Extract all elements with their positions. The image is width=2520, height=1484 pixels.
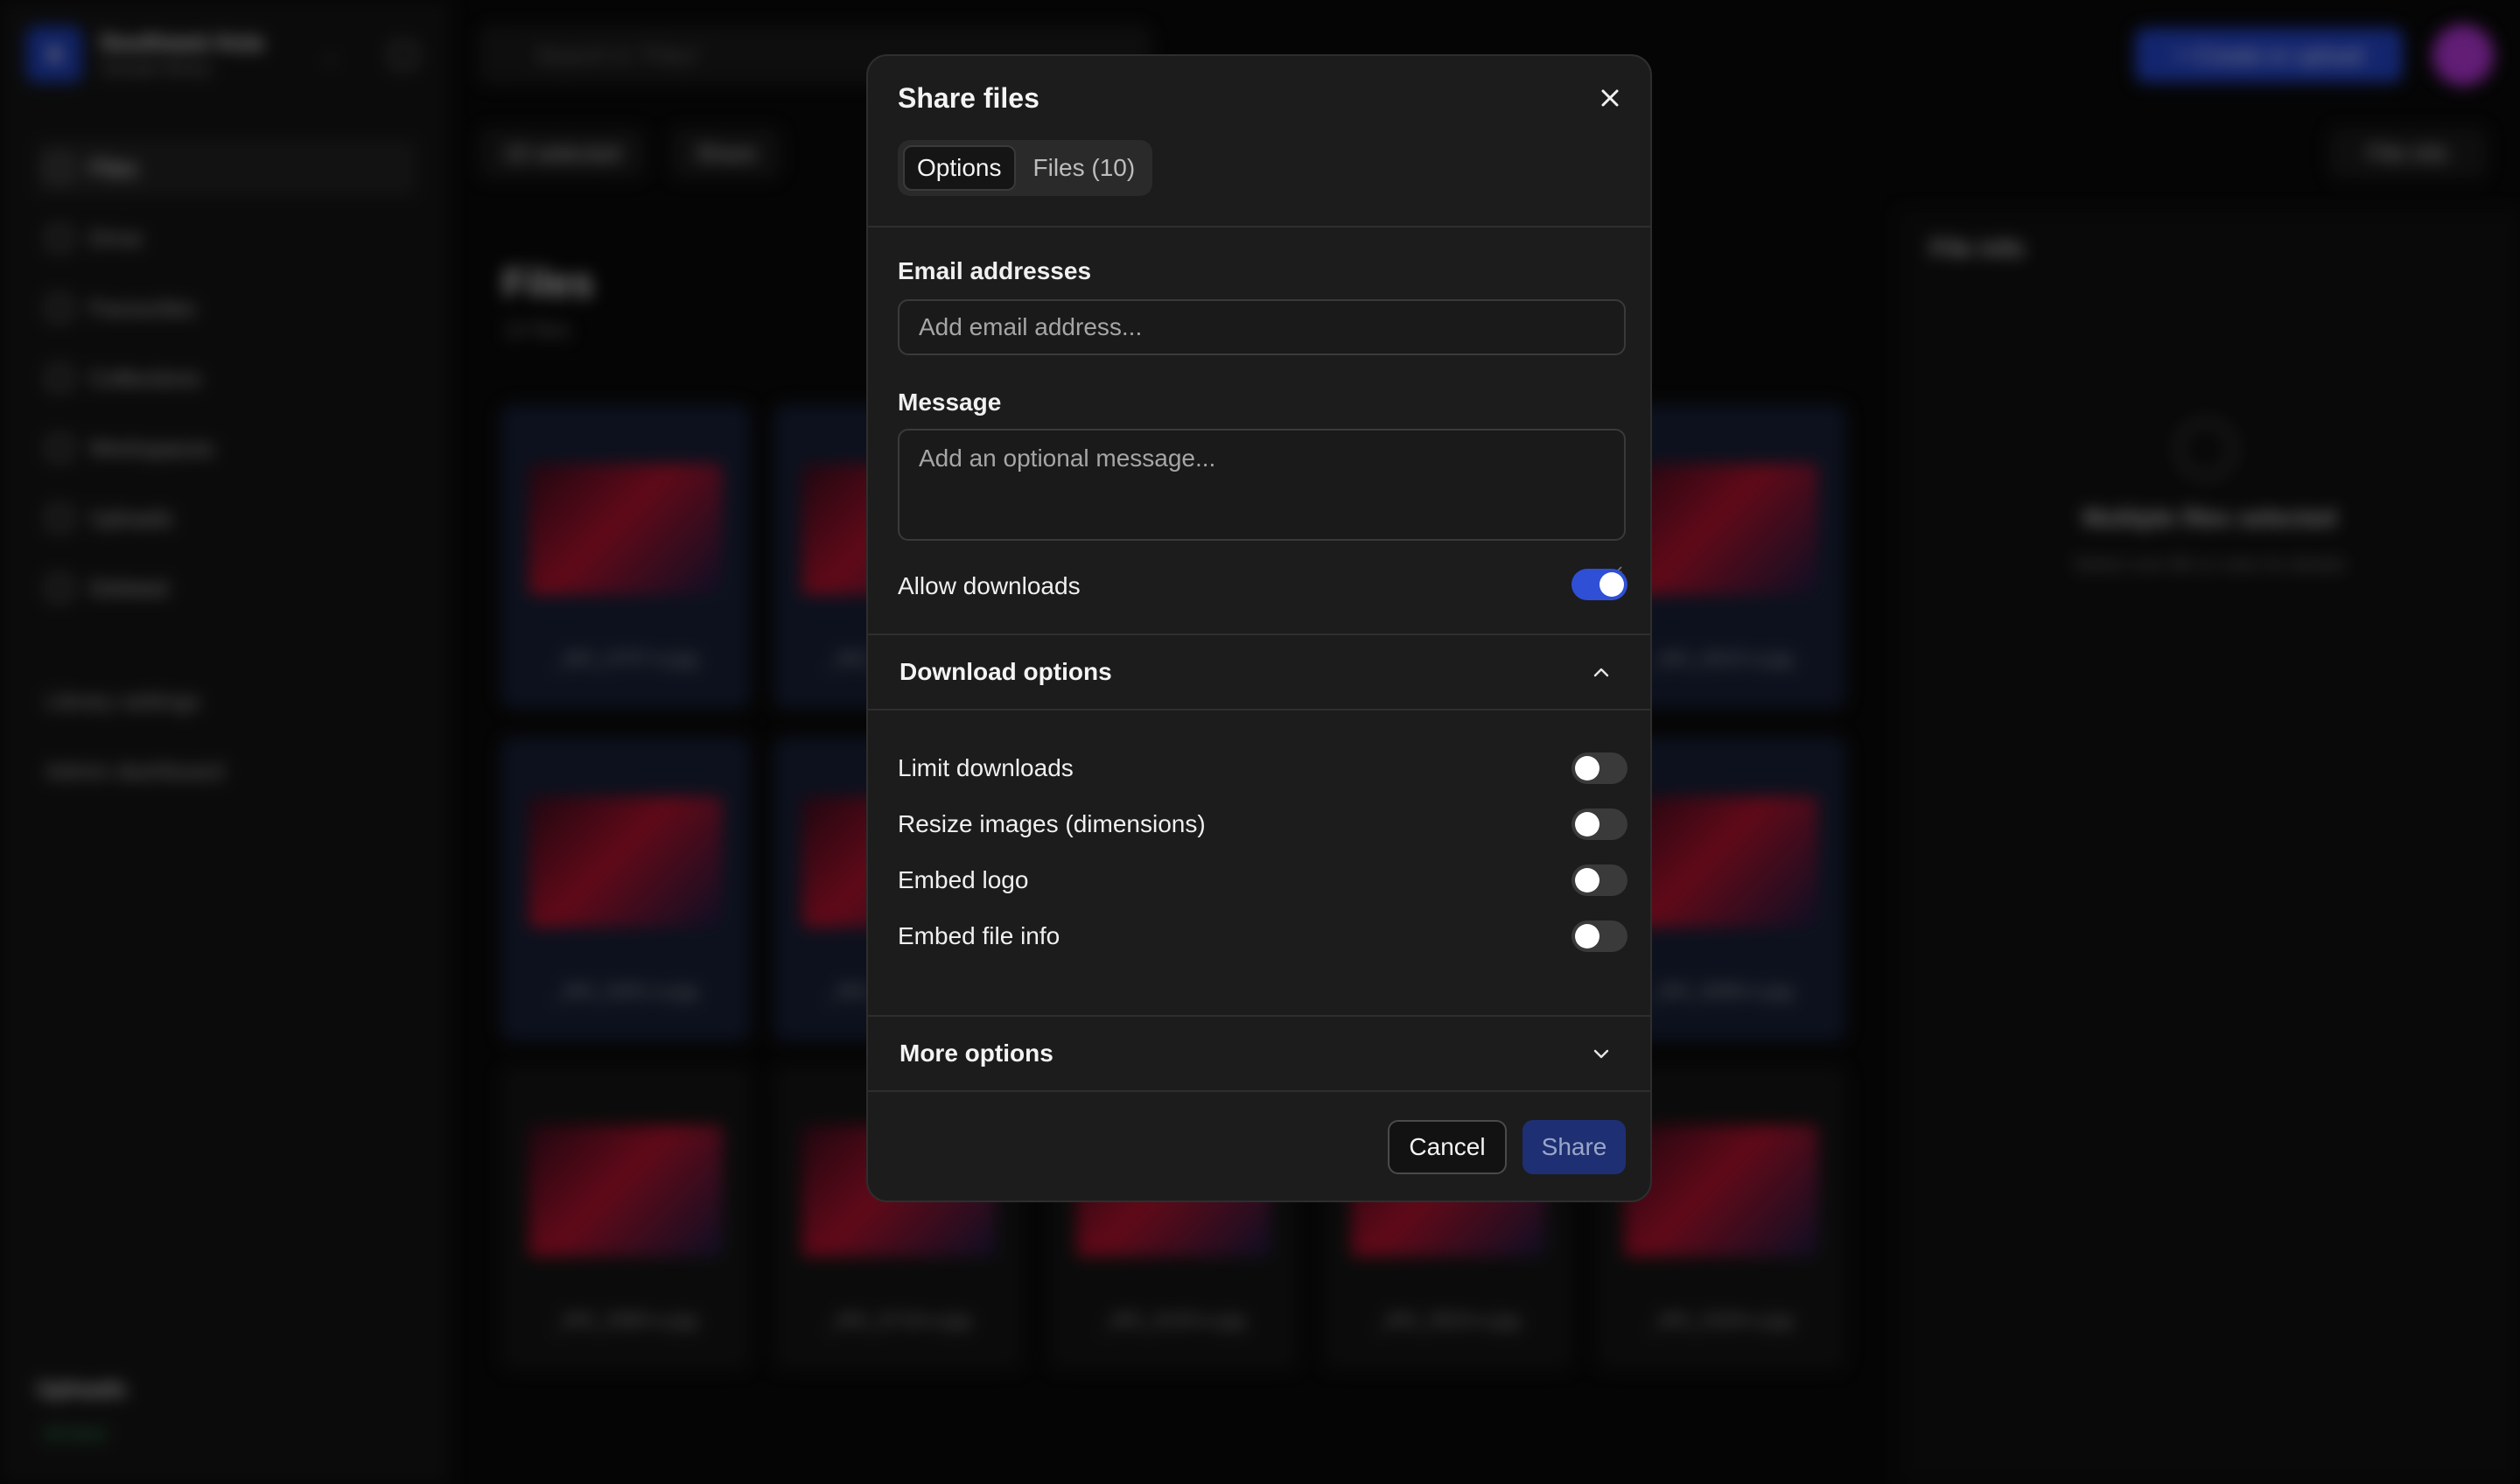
chevron-down-icon: [1593, 1049, 1609, 1059]
limit-downloads-label: Limit downloads: [898, 754, 1074, 781]
share-button[interactable]: Share: [1522, 1120, 1626, 1174]
email-field[interactable]: [898, 299, 1626, 355]
tab-options[interactable]: Options: [903, 145, 1016, 191]
embed-file-info-label: Embed file info: [898, 922, 1060, 949]
close-icon: [1601, 89, 1619, 107]
limit-downloads-toggle[interactable]: [1572, 752, 1628, 784]
toggle-knob: [1575, 756, 1600, 780]
email-label: Email addresses: [898, 257, 1092, 284]
toggle-knob: [1575, 868, 1600, 892]
share-files-dialog: Share files Options Files (10) Email add…: [866, 54, 1652, 1202]
divider: [868, 1090, 1650, 1092]
section-title: Download options: [900, 658, 1112, 685]
toggle-knob: [1575, 812, 1600, 836]
allow-downloads-label: Allow downloads: [898, 572, 1081, 599]
close-button[interactable]: [1591, 79, 1629, 117]
toggle-knob: [1575, 924, 1600, 948]
dialog-title: Share files: [898, 82, 1040, 114]
message-label: Message: [898, 388, 1002, 416]
embed-logo-label: Embed logo: [898, 866, 1029, 893]
section-title: More options: [900, 1040, 1054, 1067]
more-options-header[interactable]: More options: [868, 1017, 1650, 1090]
embed-logo-toggle[interactable]: [1572, 864, 1628, 896]
resize-images-toggle[interactable]: [1572, 808, 1628, 840]
embed-file-info-toggle[interactable]: [1572, 920, 1628, 952]
message-field[interactable]: [898, 429, 1626, 541]
chevron-up-icon: [1593, 668, 1609, 677]
tab-files[interactable]: Files (10): [1021, 145, 1148, 191]
cancel-button[interactable]: Cancel: [1388, 1120, 1507, 1174]
toggle-knob: [1600, 572, 1624, 597]
divider: [868, 709, 1650, 710]
resize-images-label: Resize images (dimensions): [898, 810, 1206, 837]
allow-downloads-toggle[interactable]: [1572, 569, 1628, 600]
dialog-tabs: Options Files (10): [898, 140, 1153, 196]
download-options-header[interactable]: Download options: [868, 635, 1650, 709]
divider: [868, 226, 1650, 228]
